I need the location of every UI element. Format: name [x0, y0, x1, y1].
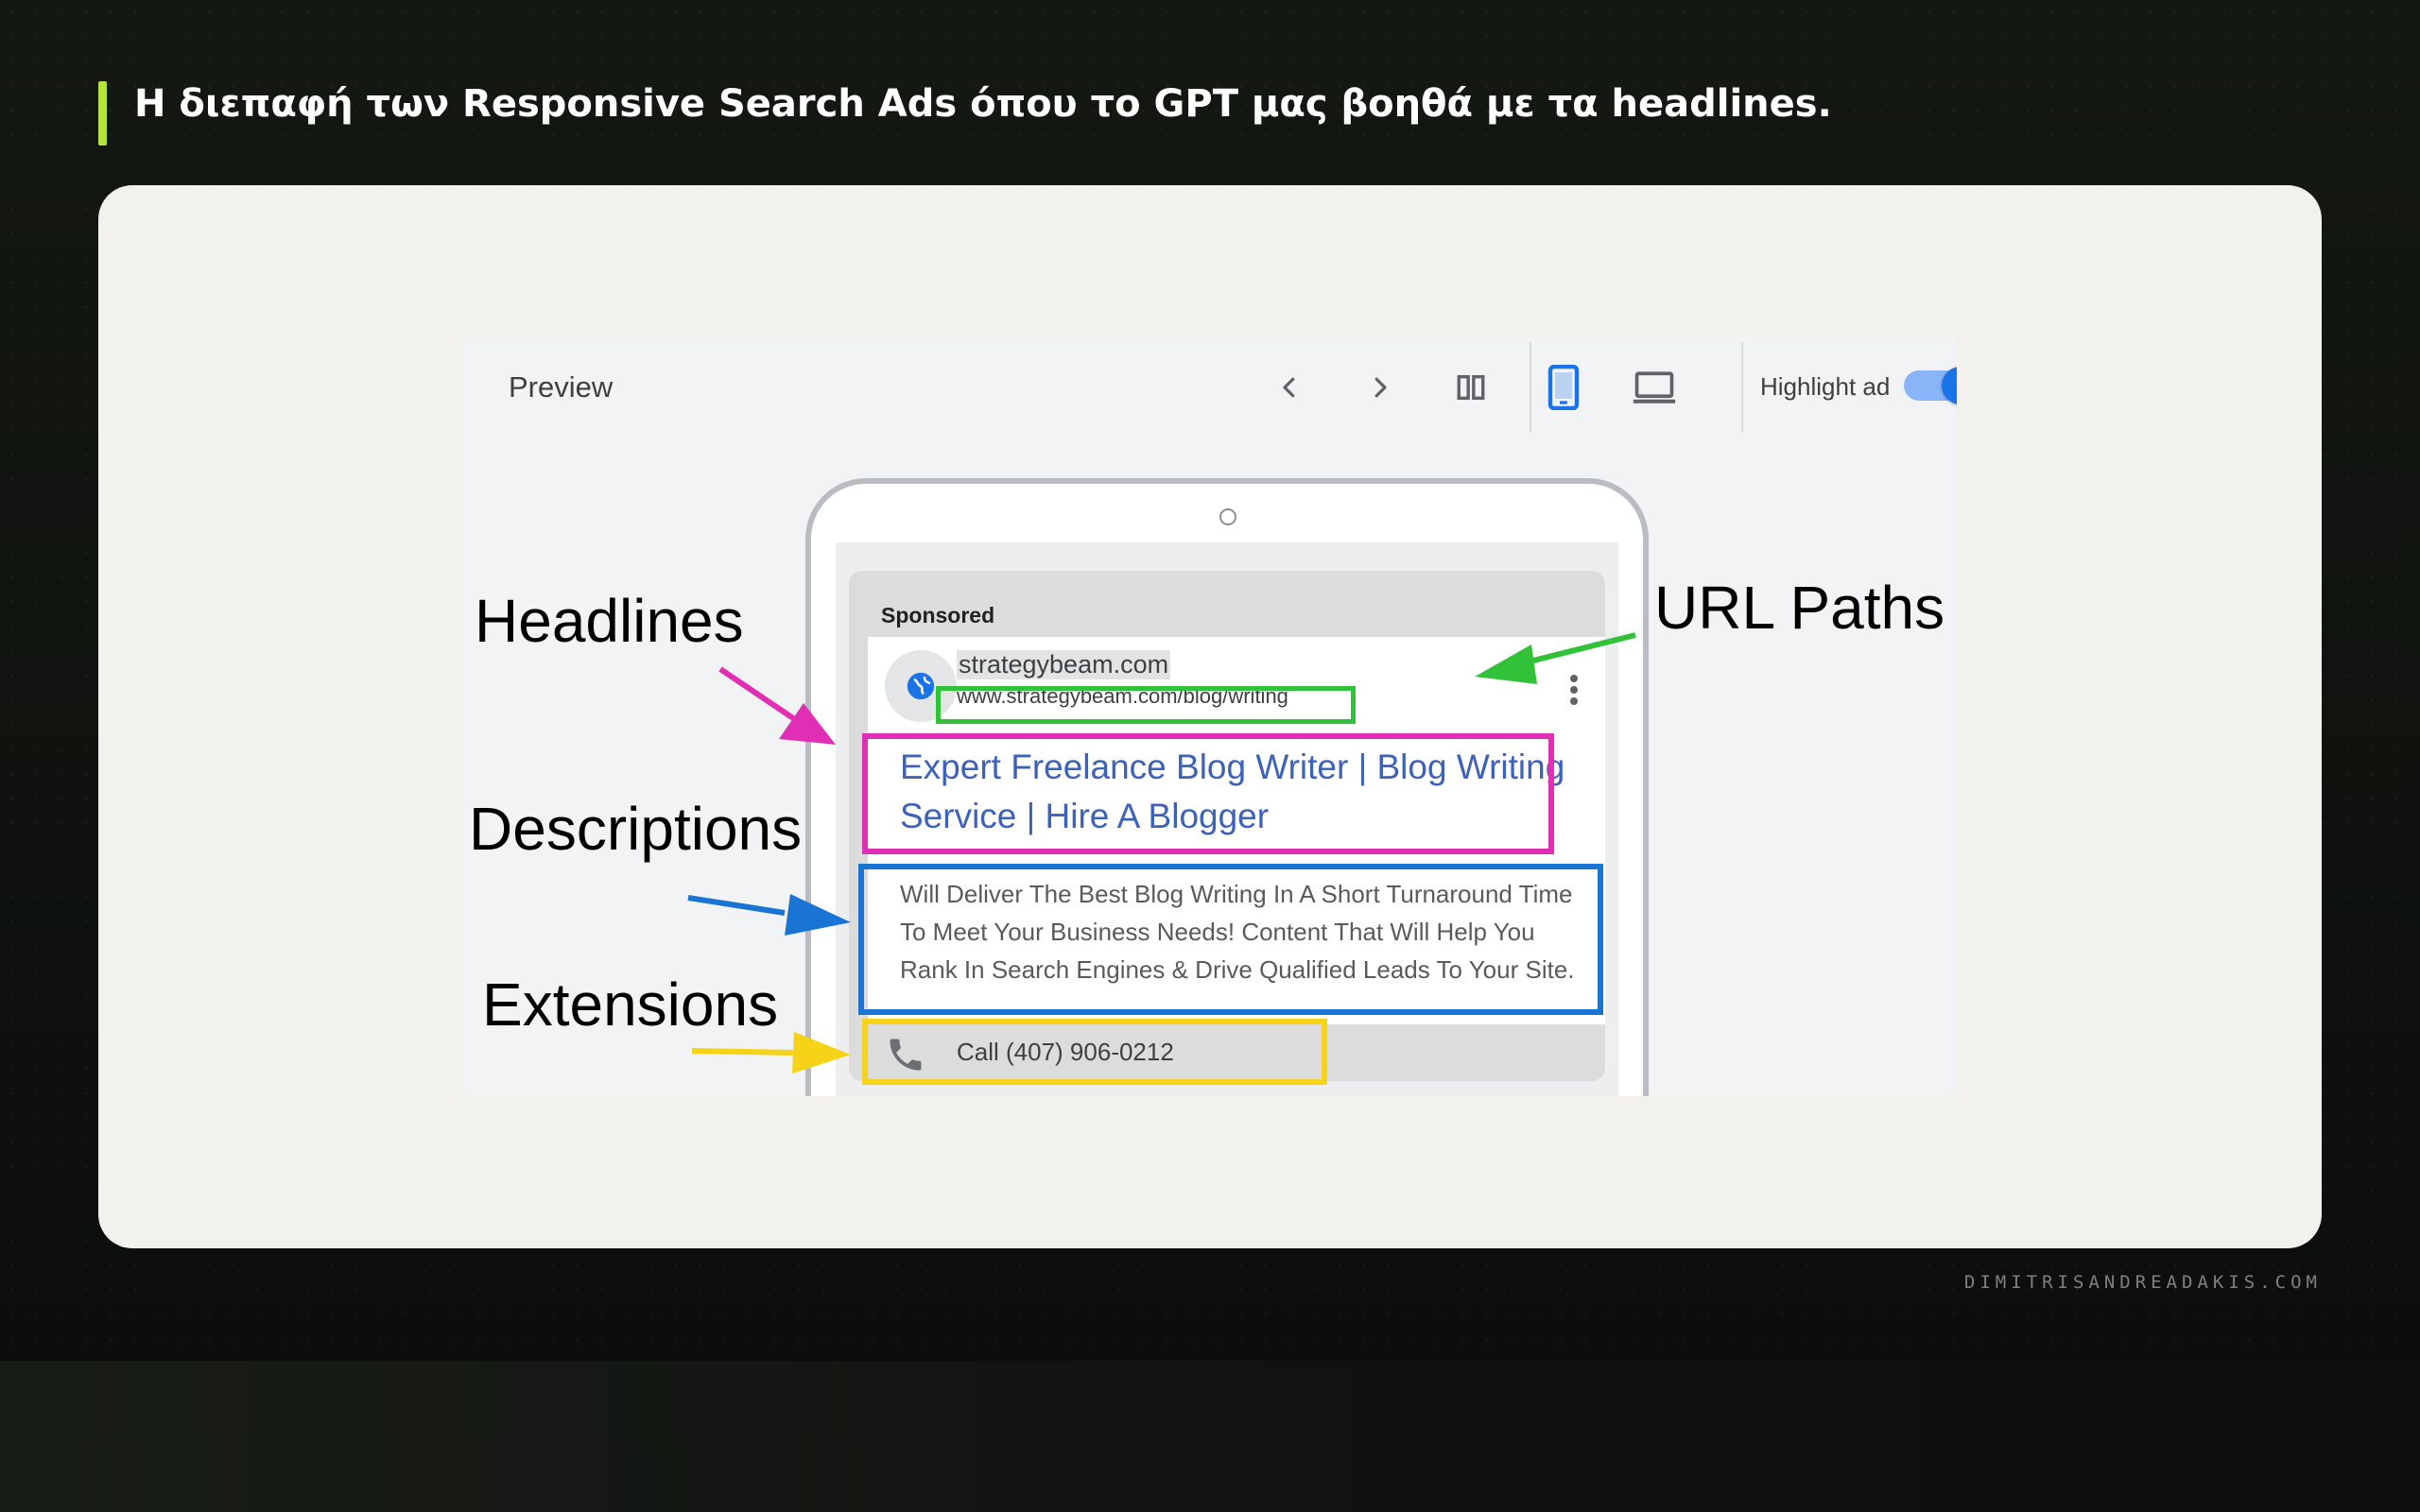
- site-footer: DIMITRISANDREADAKIS.COM: [1963, 1272, 2322, 1293]
- ads-preview-screenshot: Preview Highlight ad Sponsored strategyb…: [463, 336, 1957, 1096]
- descriptions-arrow: [687, 894, 851, 936]
- annotation-arrows: [687, 632, 1636, 1074]
- page-title: Η διεπαφή των Responsive Search Ads όπου…: [134, 82, 1832, 126]
- title-accent-bar: [98, 81, 107, 146]
- bottom-band: [0, 1361, 2420, 1512]
- extensions-arrow: [691, 1032, 851, 1074]
- headlines-arrow: [718, 666, 836, 745]
- url-paths-arrow: [1475, 632, 1636, 684]
